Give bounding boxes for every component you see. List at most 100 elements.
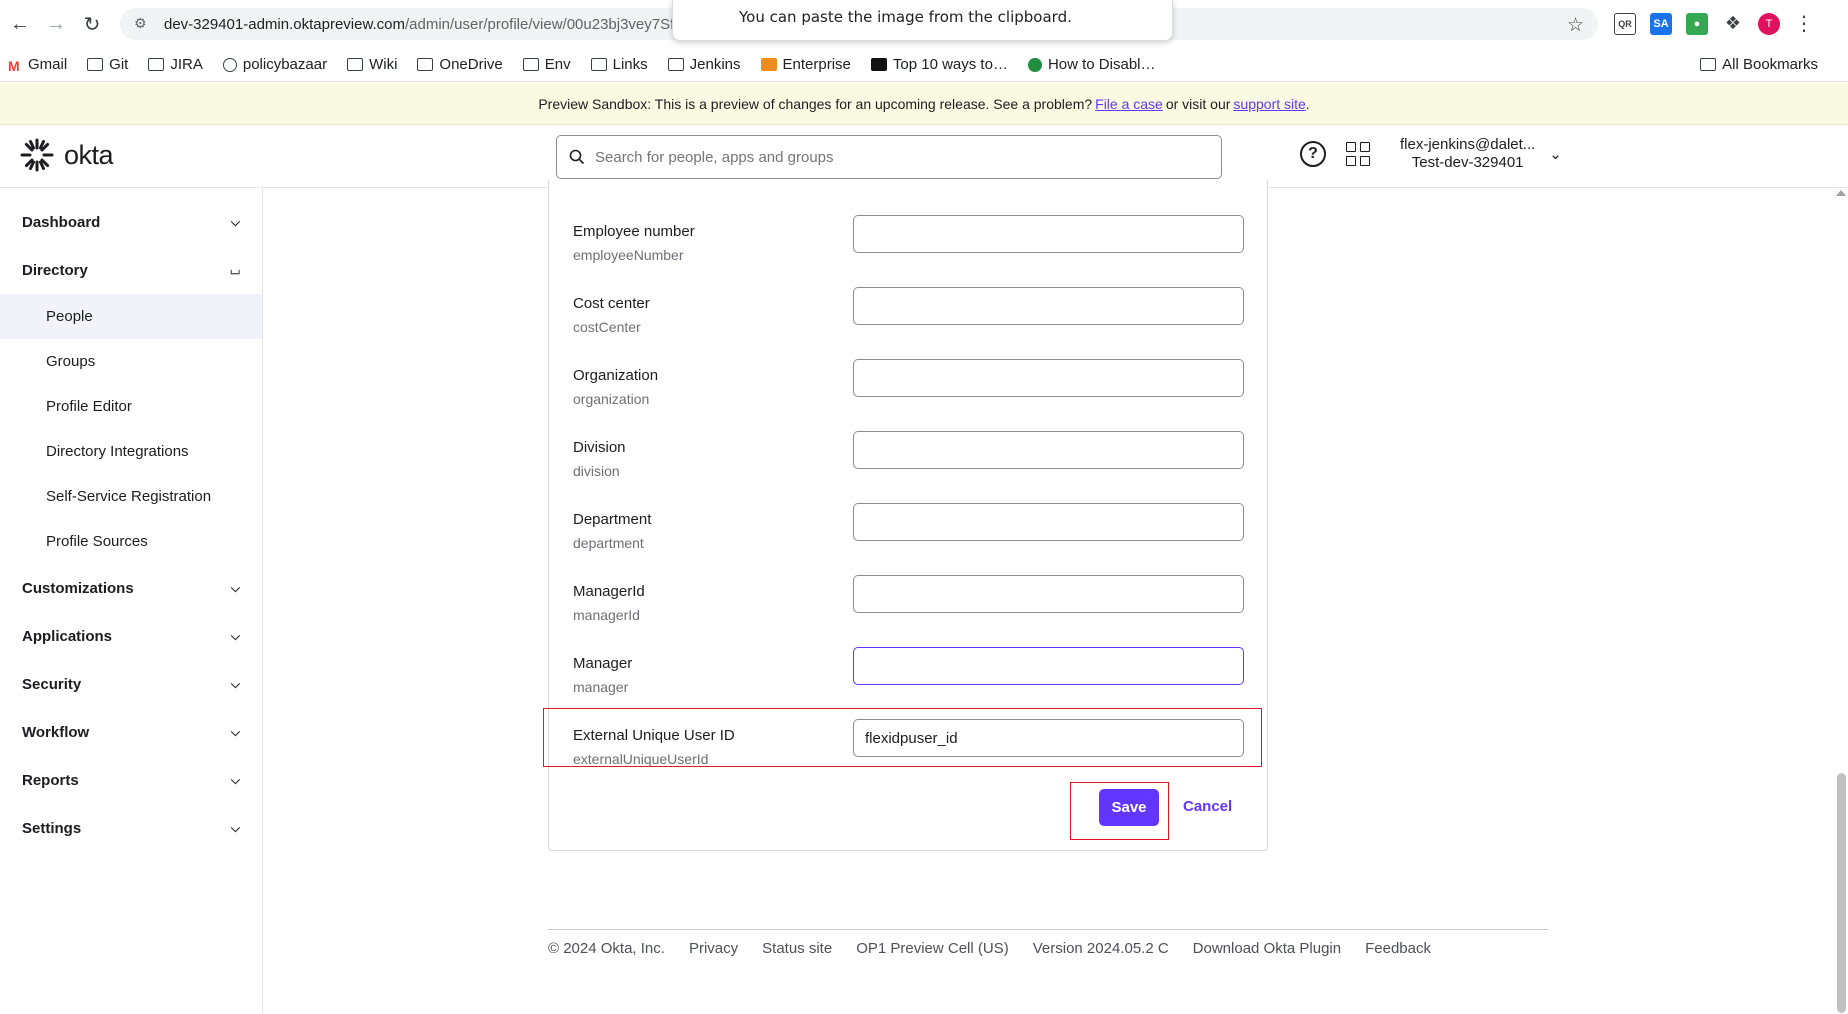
sidebar-item-label: Customizations	[22, 579, 134, 597]
bookmark-label: Env	[544, 56, 571, 73]
footer-privacy-link[interactable]: Privacy	[689, 940, 738, 957]
sidebar-item-label: Security	[22, 675, 82, 693]
sidebar-item-reports[interactable]: Reports ⌵	[0, 756, 262, 804]
sidebar-item-profile-sources[interactable]: Profile Sources	[0, 519, 262, 564]
field-variable-name: division	[573, 463, 620, 479]
help-icon[interactable]: ?	[1300, 141, 1326, 167]
bookmark-star-icon[interactable]: ☆	[1567, 14, 1584, 37]
save-button[interactable]: Save	[1099, 789, 1159, 826]
sidebar-item-applications[interactable]: Applications ⌵	[0, 612, 262, 660]
scroll-thumb[interactable]	[1837, 773, 1846, 1013]
user-menu[interactable]: flex-jenkins@dalet... Test-dev-329401	[1400, 136, 1535, 172]
back-icon[interactable]: ←	[2, 6, 38, 42]
bookmark-links[interactable]: Links	[590, 56, 648, 73]
global-search[interactable]	[556, 135, 1222, 179]
sidebar-item-dashboard[interactable]: Dashboard ⌵	[0, 198, 262, 246]
org-name: Test-dev-329401	[1411, 154, 1524, 171]
sidebar-item-settings[interactable]: Settings ⌵	[0, 804, 262, 852]
sidebar-item-label: Directory	[22, 261, 88, 279]
bookmark-enterprise[interactable]: Enterprise	[760, 56, 851, 73]
bookmark-label: OneDrive	[439, 56, 503, 73]
department-input[interactable]	[853, 503, 1244, 541]
bookmark-gmail[interactable]: M Gmail	[8, 56, 67, 74]
all-bookmarks[interactable]: All Bookmarks	[1700, 56, 1818, 73]
footer-feedback-link[interactable]: Feedback	[1365, 940, 1431, 957]
sidebar-item-label: Applications	[22, 627, 113, 645]
banner-text: Preview Sandbox: This is a preview of ch…	[538, 95, 1093, 112]
field-label: Manager	[573, 655, 633, 672]
manager-id-input[interactable]	[853, 575, 1244, 613]
app-switcher-icon[interactable]	[1346, 142, 1370, 166]
bookmark-label: How to Disabl…	[1047, 56, 1156, 73]
chevron-down-icon: ⌵	[230, 676, 240, 691]
bookmark-env[interactable]: Env	[522, 56, 571, 73]
chevron-down-icon: ⌵	[230, 214, 240, 229]
forward-icon[interactable]: →	[38, 6, 74, 42]
sidebar-item-self-service-registration[interactable]: Self-Service Registration	[0, 474, 262, 519]
bookmark-wiki[interactable]: Wiki	[347, 56, 397, 73]
bookmark-label: Enterprise	[782, 56, 851, 73]
gmail-icon: M	[8, 58, 20, 74]
bookmark-onedrive[interactable]: OneDrive	[417, 56, 503, 73]
field-variable-name: costCenter	[573, 319, 641, 335]
preview-banner: Preview Sandbox: This is a preview of ch…	[0, 83, 1848, 125]
green-extension-icon[interactable]: ●	[1686, 12, 1708, 35]
organization-input[interactable]	[853, 359, 1244, 397]
employee-number-input[interactable]	[853, 215, 1244, 253]
folder-icon	[87, 58, 104, 71]
chevron-down-icon[interactable]: ⌄	[1549, 145, 1562, 163]
bookmark-jenkins[interactable]: Jenkins	[667, 56, 741, 73]
folder-icon	[522, 58, 539, 71]
page-scrollbar[interactable]	[1835, 188, 1848, 1014]
annotation-highlight-field	[543, 708, 1262, 767]
banner-text: or visit our	[1165, 95, 1231, 112]
header-actions: ? flex-jenkins@dalet... Test-dev-329401 …	[1300, 136, 1562, 172]
scroll-up-icon[interactable]	[1836, 190, 1846, 196]
qr-extension-icon[interactable]: QR	[1614, 12, 1636, 35]
bookmark-how-to-disable[interactable]: How to Disabl…	[1027, 56, 1156, 73]
field-label: ManagerId	[573, 583, 645, 600]
support-site-link[interactable]: support site	[1233, 96, 1305, 112]
sidebar-item-label: Workflow	[22, 723, 90, 741]
cancel-button[interactable]: Cancel	[1183, 798, 1232, 815]
sidebar-item-people[interactable]: People	[0, 294, 262, 339]
user-email: flex-jenkins@dalet...	[1400, 136, 1536, 153]
bookmark-label: Links	[612, 56, 648, 73]
okta-logo[interactable]: okta	[20, 138, 114, 172]
file-case-link[interactable]: File a case	[1095, 96, 1163, 112]
search-input[interactable]	[595, 148, 1195, 166]
cost-center-input[interactable]	[853, 287, 1244, 325]
footer-plugin-link[interactable]: Download Okta Plugin	[1193, 940, 1341, 957]
bookmark-label: JIRA	[170, 56, 203, 73]
puzzle-extensions-icon[interactable]: ❖	[1722, 12, 1744, 35]
field-variable-name: manager	[573, 679, 629, 695]
sidebar-item-workflow[interactable]: Workflow ⌵	[0, 708, 262, 756]
manager-input[interactable]	[853, 647, 1244, 685]
bookmark-jira[interactable]: JIRA	[148, 56, 203, 73]
sidebar-item-profile-editor[interactable]: Profile Editor	[0, 384, 262, 429]
sidebar-item-customizations[interactable]: Customizations ⌵	[0, 564, 262, 612]
sidebar-item-security[interactable]: Security ⌵	[0, 660, 262, 708]
browser-menu-icon[interactable]: ⋮	[1794, 11, 1814, 36]
chevron-down-icon: ⌵	[230, 820, 240, 835]
chevron-down-icon: ⌵	[230, 724, 240, 739]
field-variable-name: employeeNumber	[573, 247, 684, 263]
bookmark-top10[interactable]: Top 10 ways to…	[870, 56, 1008, 73]
bookmark-git[interactable]: Git	[87, 56, 128, 73]
sidebar-item-directory[interactable]: Directory ⌴	[0, 246, 262, 294]
footer-status-link[interactable]: Status site	[762, 940, 832, 957]
site-info-icon[interactable]: ⚙	[134, 15, 152, 33]
url-path: /admin/user/profile/view/00u23bj3vey7Sfy…	[404, 15, 703, 33]
sidebar-item-directory-integrations[interactable]: Directory Integrations	[0, 429, 262, 474]
profile-avatar[interactable]: T	[1758, 12, 1780, 35]
sidebar-item-groups[interactable]: Groups	[0, 339, 262, 384]
bookmark-policybazaar[interactable]: policybazaar	[222, 56, 327, 73]
bookmark-label: Jenkins	[689, 56, 741, 73]
division-input[interactable]	[853, 431, 1244, 469]
all-bookmarks-label: All Bookmarks	[1722, 56, 1818, 73]
sidebar-item-label: Settings	[22, 819, 82, 837]
field-variable-name: organization	[573, 391, 650, 407]
reload-icon[interactable]: ↻	[74, 6, 110, 42]
folder-icon	[590, 58, 607, 71]
saml-extension-icon[interactable]: SA	[1650, 12, 1672, 35]
